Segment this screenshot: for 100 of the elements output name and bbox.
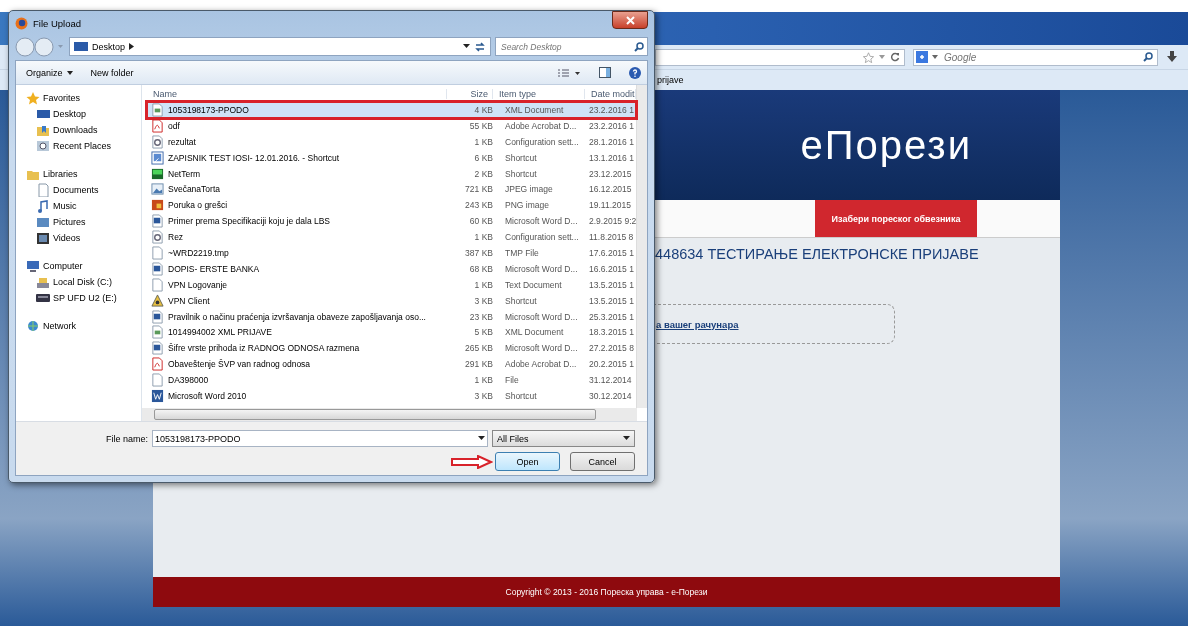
file-size: 1 KB (473, 375, 493, 386)
bookmark-link[interactable]: prijave (657, 75, 684, 85)
sidebar-item[interactable]: Recent Places (16, 138, 118, 154)
file-size: 1 KB (473, 136, 493, 147)
file-row[interactable]: rezultat 1 KB Configuration sett... 28.1.2016 1 (147, 133, 636, 150)
pdf-file-icon (151, 357, 164, 372)
file-row[interactable]: Obaveštenje ŠVP van radnog odnosa 291 KB Adobe Acrobat D... 20.2.2015 1 (147, 356, 636, 373)
file-date: 23.2.2016 1 (588, 104, 635, 115)
file-size: 6 KB (473, 152, 493, 163)
video-icon (36, 231, 50, 245)
file-row[interactable]: DOPIS- ERSTE BANKA 68 KB Microsoft Word D... 16.6.2015 1 (147, 260, 636, 277)
preview-pane-icon[interactable] (599, 67, 611, 78)
file-type: Adobe Acrobat D... (504, 120, 578, 131)
file-type-dropdown[interactable]: All Files (492, 430, 635, 447)
file-row[interactable]: NetTerm 2 KB Shortcut 23.12.2015 (147, 165, 636, 182)
file-row[interactable]: Rez 1 KB Configuration sett... 11.8.2015 8 (147, 229, 636, 245)
close-button[interactable] (612, 11, 648, 29)
file-type: Shortcut (504, 168, 538, 179)
download-icon[interactable] (1166, 51, 1178, 63)
close-icon[interactable] (625, 15, 635, 25)
dialog-button[interactable]: Open (495, 452, 560, 471)
sidebar-item[interactable]: Music (16, 198, 83, 214)
horizontal-scrollbar[interactable] (142, 408, 637, 421)
help-icon[interactable] (629, 66, 641, 79)
file-date: 23.2.2016 1 (588, 120, 635, 131)
file-date: 17.6.2015 1 (588, 247, 635, 258)
column-header[interactable]: Name (147, 88, 447, 99)
breadcrumb-item[interactable]: Desktop (92, 41, 126, 52)
star-icon[interactable] (863, 51, 874, 63)
search-icon[interactable] (1143, 52, 1153, 62)
refresh-icon[interactable] (474, 40, 486, 53)
address-field[interactable] (655, 48, 905, 66)
chevron-icon[interactable] (129, 43, 135, 50)
dropdown-icon[interactable] (478, 436, 485, 441)
word-file-icon (151, 309, 164, 324)
sidebar-item[interactable]: Downloads (16, 122, 104, 138)
xml-file-icon (151, 102, 164, 117)
search-field[interactable]: Search Desktop (495, 37, 648, 56)
sidebar-item[interactable]: Network (16, 318, 82, 334)
computer-icon (26, 259, 40, 273)
file-type: Shortcut (504, 295, 538, 306)
file-row[interactable]: Primer prema Specifikaciji koju je dala LBS 60 KB Microsoft Word D... 2.9.2015 9:2 (147, 213, 636, 230)
column-header[interactable]: Item type (493, 88, 585, 99)
star-icon (26, 91, 40, 105)
file-row[interactable]: 1053198173-PPODO 4 KB XML Document 23.2.2016 1 (147, 102, 636, 118)
sidebar-item[interactable]: Computer (16, 258, 89, 274)
sidebar-item[interactable]: Videos (16, 230, 87, 246)
view-options-icon[interactable] (557, 67, 581, 78)
upload-link[interactable]: а вашег рачунара (656, 318, 739, 330)
dialog-button[interactable]: Cancel (570, 452, 635, 471)
file-size: 291 KB (464, 359, 493, 370)
reload-icon[interactable] (890, 52, 900, 62)
file-row[interactable]: Poruka o grešci 243 KB PNG image 19.11.2015 (147, 197, 636, 214)
nav-button[interactable]: Изабери пореског обвезника (815, 200, 977, 237)
file-name: Obaveštenje ŠVP van radnog odnosa (168, 359, 311, 370)
file-type: TMP File (504, 247, 540, 258)
vertical-scrollbar[interactable] (636, 85, 647, 408)
file-name-field[interactable]: 1053198173-PPODO (152, 430, 488, 447)
sidebar-item[interactable]: Pictures (16, 214, 92, 230)
file-name: 1014994002 XML PRIJAVE (168, 327, 272, 338)
file-row[interactable]: VPN Logovanje 1 KB Text Document 13.5.2015 1 (147, 276, 636, 293)
file-row[interactable]: odf 55 KB Adobe Acrobat D... 23.2.2016 1 (147, 117, 636, 134)
file-name: Poruka o grešci (168, 200, 228, 211)
file-name: ~WRD2219.tmp (168, 247, 229, 258)
sidebar-item[interactable]: SP UFD U2 (E:) (16, 290, 123, 306)
sidebar-item[interactable]: Favorites (16, 90, 86, 106)
file-date: 11.8.2015 8 (588, 232, 635, 243)
search-field[interactable]: Google (913, 48, 1158, 66)
sidebar-item[interactable]: Documents (16, 182, 105, 198)
xml-file-icon (151, 325, 164, 340)
toolbar-button[interactable]: Organize (26, 67, 73, 78)
search-engine-icon[interactable] (916, 51, 928, 63)
file-size: 387 KB (464, 247, 493, 258)
file-date: 27.2.2015 8 (588, 343, 635, 354)
breadcrumb-field[interactable]: Desktop (69, 37, 491, 56)
app-file-icon (151, 166, 164, 181)
column-header[interactable]: Size (447, 88, 493, 99)
sidebar-item[interactable]: Desktop (16, 106, 93, 122)
file-name: VPN Client (168, 295, 210, 306)
file-row[interactable]: ZAPISNIK TEST IOSI- 12.01.2016. - Shortcut 6 KB Shortcut 13.1.2016 1 (147, 149, 636, 166)
sidebar-item[interactable]: Libraries (16, 166, 84, 182)
file-date: 19.11.2015 (588, 200, 632, 211)
file-row[interactable]: Microsoft Word 2010 3 KB Shortcut 30.12.2014 (147, 388, 636, 404)
search-icon[interactable] (634, 41, 644, 52)
file-row[interactable]: ~WRD2219.tmp 387 KB TMP File 17.6.2015 1 (147, 245, 636, 261)
browser-logo-icon (15, 16, 28, 30)
sidebar-item[interactable]: Local Disk (C:) (16, 274, 118, 290)
file-date: 13.1.2016 1 (588, 152, 635, 163)
word-file-icon (151, 341, 164, 356)
file-row[interactable]: DA398000 1 KB File 31.12.2014 (147, 372, 636, 389)
file-type: Shortcut (504, 390, 538, 401)
file-name: SvečanaTorta (168, 184, 220, 195)
toolbar-button[interactable]: New folder (90, 67, 134, 78)
file-size: 3 KB (473, 295, 493, 306)
file-row[interactable]: SvečanaTorta 721 KB JPEG image 16.12.2015 (147, 181, 636, 198)
file-date: 16.6.2015 1 (588, 263, 635, 274)
file-size: 3 KB (473, 390, 493, 401)
search-input[interactable]: Google (942, 50, 1139, 64)
file-type: XML Document (504, 104, 565, 115)
file-size: 5 KB (473, 327, 493, 338)
